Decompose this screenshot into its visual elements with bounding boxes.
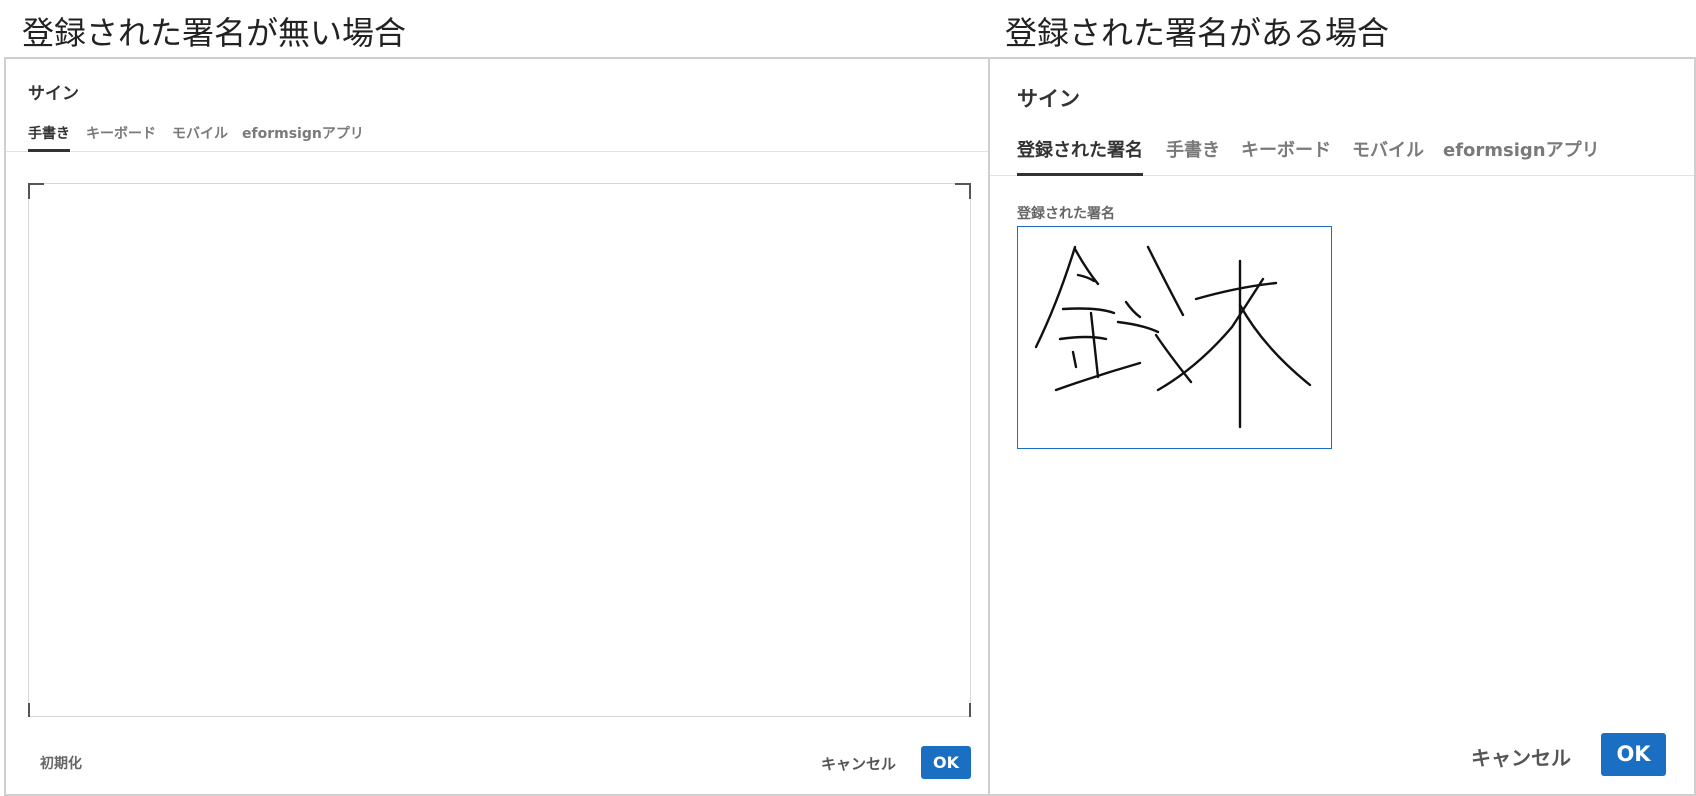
sign-dialog-no-signature: サイン 手書き キーボード モバイル eformsignアプリ 初期化 キャンセ… (4, 57, 991, 796)
tab-bar: 手書き キーボード モバイル eformsignアプリ (6, 123, 989, 152)
tab-handwriting[interactable]: 手書き (28, 123, 70, 152)
reset-button[interactable]: 初期化 (40, 753, 82, 773)
tab-registered-signature[interactable]: 登録された署名 (1017, 136, 1143, 176)
canvas-corner-marker (955, 183, 971, 199)
handwriting-canvas[interactable] (28, 183, 971, 717)
tab-keyboard[interactable]: キーボード (86, 123, 156, 143)
signature-image (1034, 245, 1312, 429)
cancel-button[interactable]: キャンセル (1471, 742, 1571, 771)
tab-keyboard[interactable]: キーボード (1241, 136, 1331, 162)
dialog-title: サイン (1017, 87, 1080, 111)
tab-bar: 登録された署名 手書き キーボード モバイル eformsignアプリ (990, 136, 1694, 176)
tab-eformsign-app[interactable]: eformsignアプリ (1443, 136, 1600, 162)
canvas-corner-marker (955, 703, 971, 717)
registered-signature-box[interactable] (1017, 226, 1332, 449)
dialog-title: サイン (28, 84, 79, 104)
canvas-corner-marker (28, 183, 44, 199)
registered-signature-label: 登録された署名 (1017, 206, 1115, 222)
ok-button[interactable]: OK (921, 746, 971, 779)
caption-no-registered-signature: 登録された署名が無い場合 (22, 14, 407, 52)
tab-handwriting[interactable]: 手書き (1166, 136, 1220, 162)
tab-mobile[interactable]: モバイル (1352, 136, 1424, 162)
sign-dialog-with-signature: サイン 登録された署名 手書き キーボード モバイル eformsignアプリ … (988, 57, 1696, 796)
canvas-corner-marker (28, 703, 44, 717)
caption-with-registered-signature: 登録された署名がある場合 (1005, 14, 1390, 52)
ok-button[interactable]: OK (1601, 733, 1666, 776)
tab-eformsign-app[interactable]: eformsignアプリ (242, 123, 364, 143)
cancel-button[interactable]: キャンセル (821, 753, 896, 774)
tab-mobile[interactable]: モバイル (172, 123, 228, 143)
